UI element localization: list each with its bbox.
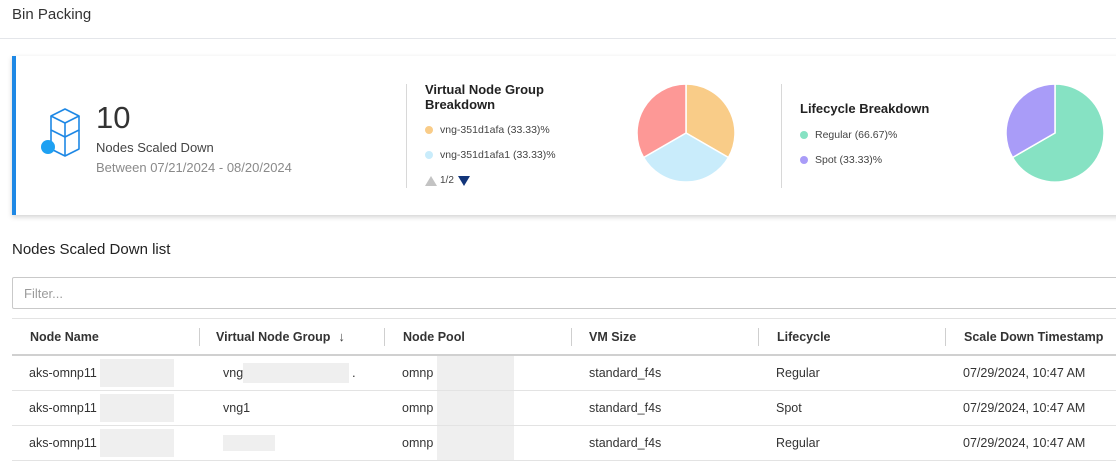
nodes-scaled-down-count: 10 (96, 100, 131, 135)
column-header-label: Virtual Node Group (216, 330, 331, 344)
legend-pager: 1/2 (425, 175, 470, 186)
summary-card: 10 Nodes Scaled Down Between 07/21/2024 … (12, 56, 1116, 215)
cell-timestamp: 07/29/2024, 10:47 AM (963, 366, 1086, 380)
lifecycle-breakdown-title: Lifecycle Breakdown (800, 101, 930, 116)
redacted-block (223, 435, 275, 451)
redacted-block (243, 363, 349, 383)
lifecycle-pie-chart (1005, 83, 1105, 183)
triangle-down-icon[interactable] (457, 175, 470, 186)
vng-breakdown-title: Virtual Node Group Breakdown (425, 82, 544, 112)
redacted-block (100, 429, 174, 457)
column-header-node-pool[interactable]: Node Pool (403, 319, 465, 355)
redacted-block (437, 391, 514, 425)
column-resizer[interactable] (571, 328, 572, 346)
legend-label: vng-351d1afa (33.33)% (440, 124, 550, 136)
cell-timestamp: 07/29/2024, 10:47 AM (963, 401, 1086, 415)
column-header-scale-down-timestamp[interactable]: Scale Down Timestamp (964, 319, 1103, 355)
legend-label: vng-351d1afa1 (33.33)% (440, 149, 556, 161)
column-header-virtual-node-group[interactable]: Virtual Node Group ↓ (216, 319, 345, 355)
cell-lifecycle: Regular (776, 366, 820, 380)
table-row[interactable]: aks-omnp11 vng . omnp standard_f4s Regul… (12, 356, 1116, 391)
redacted-block (100, 359, 174, 387)
legend-dot (425, 151, 433, 159)
column-resizer[interactable] (758, 328, 759, 346)
table-header: Node Name Virtual Node Group ↓ Node Pool … (12, 318, 1116, 356)
column-resizer[interactable] (199, 328, 200, 346)
legend-label: Spot (33.33)% (815, 154, 883, 166)
cell-node-pool: omnp (402, 366, 434, 380)
filter-input[interactable] (12, 277, 1116, 309)
cell-timestamp: 07/29/2024, 10:47 AM (963, 436, 1086, 450)
cell-node-name: aks-omnp11 (29, 366, 97, 380)
column-header-lifecycle[interactable]: Lifecycle (777, 319, 831, 355)
cube-stack-icon (41, 108, 80, 157)
title-divider (0, 38, 1116, 39)
cell-vng: vng (223, 366, 244, 380)
nodes-table: Node Name Virtual Node Group ↓ Node Pool … (12, 318, 1116, 461)
redacted-block (437, 356, 514, 390)
cell-vm-size: standard_f4s (589, 436, 662, 450)
redacted-block (100, 394, 174, 422)
column-resizer[interactable] (945, 328, 946, 346)
cell-node-pool: omnp (402, 401, 434, 415)
lifecycle-legend-item[interactable]: Spot (33.33)% (800, 154, 882, 166)
legend-dot (425, 126, 433, 134)
cell-lifecycle: Spot (776, 401, 802, 415)
triangle-up-icon[interactable] (425, 175, 437, 186)
divider (406, 84, 407, 188)
divider (781, 84, 782, 188)
vng-legend-item[interactable]: vng-351d1afa (33.33)% (425, 124, 550, 136)
nodes-scaled-down-label: Nodes Scaled Down (96, 140, 214, 155)
cell-vm-size: standard_f4s (589, 401, 662, 415)
cell-node-pool: omnp (402, 436, 434, 450)
cell-lifecycle: Regular (776, 436, 820, 450)
cell-vng-tail: . (352, 365, 356, 380)
sort-down-arrow-icon[interactable]: ↓ (338, 319, 345, 355)
column-header-vm-size[interactable]: VM Size (589, 319, 636, 355)
cell-node-name: aks-omnp11 (29, 436, 97, 450)
date-range: Between 07/21/2024 - 08/20/2024 (96, 160, 292, 175)
vng-legend-item[interactable]: vng-351d1afa1 (33.33)% (425, 149, 556, 161)
list-title: Nodes Scaled Down list (12, 241, 171, 258)
lifecycle-legend-item[interactable]: Regular (66.67)% (800, 129, 897, 141)
pager-label: 1/2 (440, 175, 454, 186)
redacted-block (437, 426, 514, 460)
table-row[interactable]: aks-omnp11 vng1 omnp standard_f4s Spot 0… (12, 391, 1116, 426)
column-header-node-name[interactable]: Node Name (30, 319, 99, 355)
page-title: Bin Packing (12, 6, 92, 23)
table-row[interactable]: aks-omnp11 omnp standard_f4s Regular 07/… (12, 426, 1116, 461)
cell-vng: vng1 (223, 401, 251, 415)
column-resizer[interactable] (384, 328, 385, 346)
legend-label: Regular (66.67)% (815, 129, 898, 141)
cell-node-name: aks-omnp11 (29, 401, 97, 415)
vng-pie-chart (636, 83, 736, 183)
legend-dot (800, 131, 808, 139)
cell-vm-size: standard_f4s (589, 366, 662, 380)
legend-dot (800, 156, 808, 164)
